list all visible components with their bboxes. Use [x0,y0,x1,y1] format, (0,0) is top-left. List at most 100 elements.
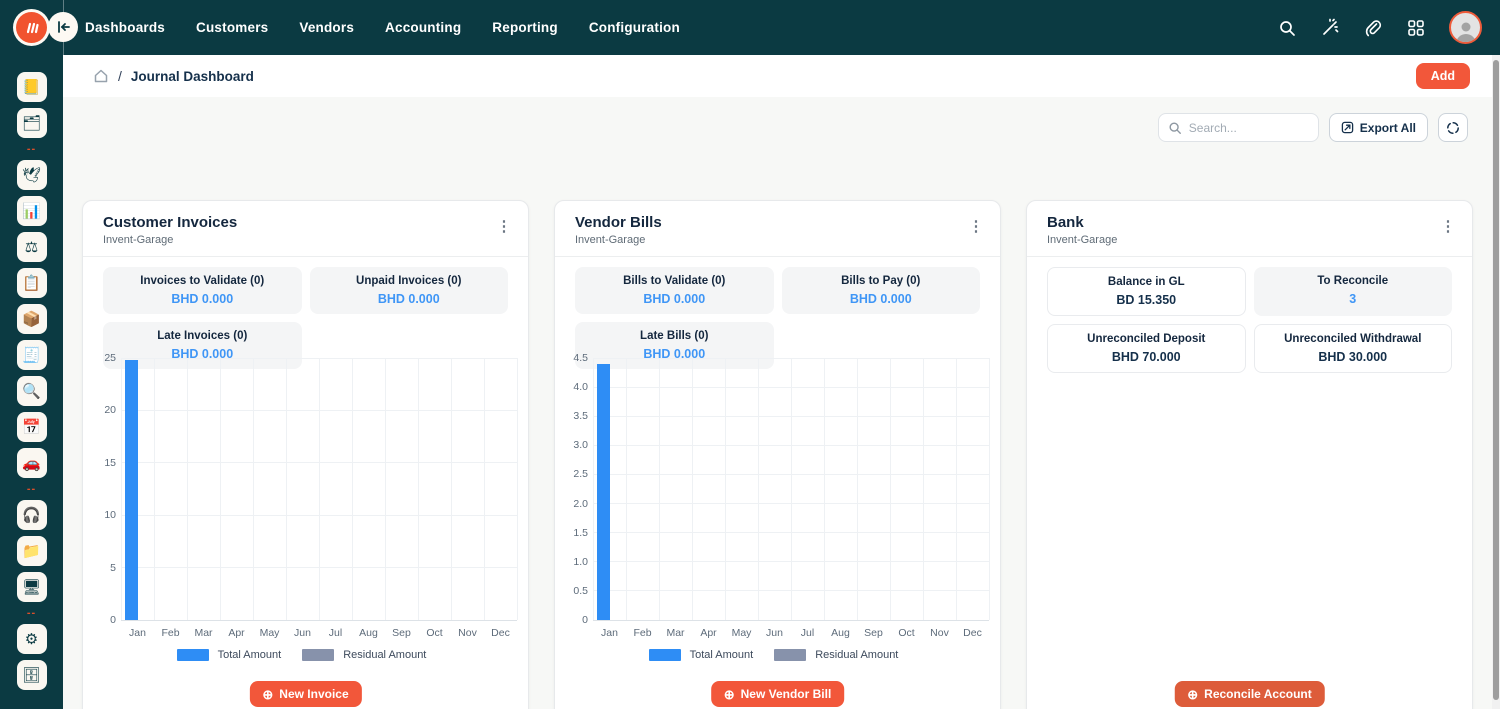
stat-tile-label: Late Bills (0) [583,328,766,344]
sidebar-item-journal[interactable]: 📒 [17,72,47,102]
chart-bar-total-amount-jan[interactable] [125,360,138,620]
assets-icon: ⚖ [25,240,38,255]
card-customer-invoices: Customer Invoices Invent-Garage⋮ Invoices … [82,200,529,709]
sidebar-item-billing[interactable]: 📋 [17,268,47,298]
stat-tile[interactable]: Bills to Validate (0)BHD 0.000 [575,267,774,314]
card-menu-kebab-icon[interactable]: ⋮ [494,217,514,237]
stat-tile-value: BHD 0.000 [790,291,973,307]
budget-icon: 🗂 [22,116,41,131]
stat-tile[interactable]: Unreconciled DepositBHD 70.000 [1047,324,1246,373]
sidebar-item-planning[interactable]: 📅 [17,412,47,442]
bar-chart-customer-invoices: 0510152025JanFebMarAprMayJunJulAugSepOct… [95,351,520,681]
gridline [286,358,287,620]
stat-tile[interactable]: Balance in GLBD 15.350 [1047,267,1246,316]
fullscreen-icon [1446,121,1460,135]
nav-item-dashboards[interactable]: Dashboards [85,20,165,35]
apps-grid-icon[interactable] [1406,18,1426,38]
devices-icon: 🗄 [22,668,41,683]
nav-item-customers[interactable]: Customers [196,20,268,35]
card-title: Customer Invoices [103,214,508,231]
nav-item-vendors[interactable]: Vendors [299,20,354,35]
scrollbar-thumb[interactable] [1493,60,1499,700]
page-title: Journal Dashboard [131,69,254,84]
sidebar-item-fleet[interactable]: 🚗 [17,448,47,478]
sidebar-item-pos[interactable]: 🖥 [17,572,47,602]
sidebar-item-budget[interactable]: 🗂 [17,108,47,138]
sidebar-item-assets[interactable]: ⚖ [17,232,47,262]
person-icon [1453,18,1479,42]
new-vendor-bill-button[interactable]: ⊕New Vendor Bill [711,681,845,707]
home-icon[interactable] [93,68,109,84]
export-all-button[interactable]: Export All [1329,113,1428,142]
gridline [385,358,386,620]
card-header: Vendor BillsInvent-Garage⋮ [555,201,1000,256]
legend-label: Residual Amount [343,649,426,661]
y-axis-tick-label: 3.0 [567,439,588,451]
attachment-icon[interactable] [1363,18,1383,38]
card-title: Bank [1047,214,1452,231]
sidebar-item-analytics[interactable]: 📊 [17,196,47,226]
chart-bar-total-amount-jan[interactable] [597,364,610,620]
y-axis-tick-label: 4.5 [567,352,588,364]
sidebar-item-expenses[interactable]: 🧾 [17,340,47,370]
magic-wand-icon[interactable] [1320,18,1340,38]
card-subtitle: Invent-Garage [103,234,508,246]
fullscreen-button[interactable] [1438,113,1468,142]
chart-plot-area [593,358,989,620]
vertical-scrollbar [1492,55,1500,709]
gridline [725,358,726,620]
gridline [989,358,990,620]
new-invoice-button[interactable]: ⊕New Invoice [249,681,361,707]
analytics-icon: 📊 [22,204,41,219]
top-navigation-bar: Dashboards Customers Vendors Accounting Repo… [0,0,1500,55]
dashboard-cards: Customer InvoicesInvent-Garage⋮Invoices … [82,200,1473,709]
settings-icon: ⚙ [25,632,38,647]
stat-tile[interactable]: To Reconcile3 [1254,267,1453,316]
card-menu-kebab-icon[interactable]: ⋮ [966,217,986,237]
legend-label: Total Amount [218,649,282,661]
sidebar-item-devices[interactable]: 🗄 [17,660,47,690]
gridline [352,358,353,620]
nav-item-accounting[interactable]: Accounting [385,20,461,35]
search-icon[interactable] [1277,18,1297,38]
reconcile-account-button[interactable]: ⊕Reconcile Account [1174,681,1324,707]
y-axis-tick-label: 1.0 [567,556,588,568]
chart-legend: Total Amount Residual Amount [95,649,520,661]
gridline [517,358,518,620]
sidebar-item-payments[interactable]: 🕊 [17,160,47,190]
nav-item-configuration[interactable]: Configuration [589,20,680,35]
stat-tile[interactable]: Bills to Pay (0)BHD 0.000 [782,267,981,314]
gridline [451,358,452,620]
search-input[interactable] [1189,121,1299,135]
journal-icon: 📒 [22,80,41,95]
stat-tile-label: Unreconciled Withdrawal [1263,331,1444,347]
stat-tile-value: BHD 0.000 [318,291,501,307]
nav-item-reporting[interactable]: Reporting [492,20,558,35]
y-axis-tick-label: 1.5 [567,527,588,539]
y-axis-tick-label: 0 [95,614,116,626]
stat-tile[interactable]: Invoices to Validate (0)BHD 0.000 [103,267,302,314]
pos-icon: 🖥 [22,580,41,595]
add-button[interactable]: Add [1416,63,1470,89]
sidebar-item-support[interactable]: 🎧 [17,500,47,530]
sidebar-item-documents[interactable]: 📁 [17,536,47,566]
sidebar-item-audit[interactable]: 🔍 [17,376,47,406]
card-subtitle: Invent-Garage [575,234,980,246]
y-axis-tick-label: 25 [95,352,116,364]
sidebar-item-inventory[interactable]: 📦 [17,304,47,334]
gridline [824,358,825,620]
gridline [121,358,122,620]
gridline [857,358,858,620]
sidebar-item-settings[interactable]: ⚙ [17,624,47,654]
x-axis-label: Dec [953,627,993,639]
y-axis-tick-label: 15 [95,457,116,469]
user-avatar[interactable] [1449,11,1482,44]
gridline [187,358,188,620]
sidebar-collapse-button[interactable] [48,12,78,42]
stat-tile[interactable]: Unreconciled WithdrawalBHD 30.000 [1254,324,1453,373]
app-logo[interactable] [13,9,50,46]
search-input-icon [1168,121,1182,135]
stat-tile[interactable]: Unpaid Invoices (0)BHD 0.000 [310,267,509,314]
card-menu-kebab-icon[interactable]: ⋮ [1438,217,1458,237]
dashboard-toolbar: Export All [1158,113,1468,142]
